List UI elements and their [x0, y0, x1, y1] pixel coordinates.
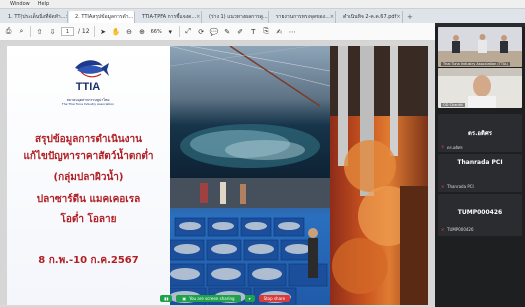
share-screen-icon: ▣: [182, 296, 187, 301]
divider: [30, 26, 31, 37]
tab-label: ดำเนินทิจ 2-ค.ค.67.pdf: [343, 14, 397, 20]
mic-muted-icon: ✕: [441, 227, 445, 232]
ttia-logo: TTIA: [75, 60, 109, 93]
participant-video-1[interactable]: Thai Tuna Industry Association (TTIA): [438, 27, 522, 67]
pdf-toolbar: ⎙ ⌕ ⇧ ⇩ 1 / 12 ➤ ✋ ⊖ ⊕ 66% ▾ ⤢ ⟳ 💬 ✎ ✐ T…: [0, 23, 435, 41]
tab-document-4[interactable]: (ร่าง 1) แนวทางผลการดู...×: [203, 11, 269, 23]
tab-label: 2. TTIAสรุปข้อมูลการดำ...: [75, 14, 134, 20]
text-icon[interactable]: T: [249, 27, 258, 36]
stamp-icon[interactable]: ⎘: [262, 27, 271, 36]
zoom-level[interactable]: 66%: [151, 29, 162, 35]
signature-icon[interactable]: ✍: [275, 27, 284, 36]
print-icon[interactable]: ⎙: [4, 27, 13, 36]
participant-tile-1[interactable]: ดร.อดิศร ✕ ดร.อดิศร: [438, 114, 522, 152]
tab-document-5[interactable]: รายงานการทรงจุดของ... ×: [270, 11, 336, 23]
page-number-input[interactable]: 1: [61, 27, 74, 36]
factory-machinery-photo: [330, 46, 428, 305]
participant-name: TUMP000426: [457, 209, 503, 216]
tab-document-1[interactable]: 1. TT(ประเด็นนิ่งที่จัดทำ...×: [2, 11, 68, 23]
close-icon[interactable]: ×: [133, 14, 134, 20]
cursor-icon[interactable]: ➤: [99, 27, 108, 36]
participant-sub: Thanrada PCI: [447, 184, 474, 189]
fish-crates-photo: [170, 178, 330, 305]
slide-title-panel: TTIA สมาคมอุตสาหกรรมทูน่าไทย The Thai Tu…: [7, 46, 170, 305]
share-options-button[interactable]: ▾: [244, 295, 255, 302]
participant-sub: TUMP000426: [447, 227, 474, 232]
tab-label: TTIA-TPFA การชี้แจงด...: [142, 14, 197, 20]
tab-label: รายงานการทรงจุดของ...: [276, 14, 330, 20]
menu-window[interactable]: Window: [10, 1, 30, 7]
fishing-net-photo: [170, 46, 330, 178]
logo-text: TTIA: [76, 81, 100, 93]
close-icon[interactable]: ×: [330, 14, 334, 20]
tab-document-2[interactable]: 2. TTIAสรุปข้อมูลการดำ...×: [69, 11, 135, 23]
document-tab-bar: 1. TT(ประเด็นนิ่งที่จัดทำ...× 2. TTIAสรุ…: [0, 9, 525, 23]
menu-bar: Window Help: [0, 0, 525, 9]
close-icon[interactable]: ×: [196, 14, 200, 20]
zoom-out-icon[interactable]: ⊖: [125, 27, 134, 36]
screen-sharing-indicator: ▣ You are screen sharing: [176, 295, 241, 302]
search-icon[interactable]: ⌕: [17, 27, 26, 36]
screen-share-bar: ▮▮ ▣ You are screen sharing ▾ Stop share: [160, 294, 525, 303]
org-name-en: The Thai Tuna Industry Association: [61, 102, 115, 106]
menu-help[interactable]: Help: [38, 1, 49, 7]
participant-label: OD Chanthi: [441, 103, 466, 107]
slide-page: TTIA สมาคมอุตสาหกรรมทูน่าไทย The Thai Tu…: [7, 46, 428, 305]
participant-tile-3[interactable]: TUMP000426 ✕ TUMP000426: [438, 194, 522, 236]
tab-document-6[interactable]: ดำเนินทิจ 2-ค.ค.67.pdf ×: [337, 11, 403, 23]
stop-share-button[interactable]: Stop share: [258, 295, 291, 302]
page-total: / 12: [78, 28, 90, 35]
comment-icon[interactable]: 💬: [210, 27, 219, 36]
arrow-down-icon[interactable]: ⇩: [48, 27, 57, 36]
fit-page-icon[interactable]: ⤢: [184, 27, 193, 36]
arrow-up-icon[interactable]: ⇧: [35, 27, 44, 36]
divider: [178, 26, 180, 37]
tab-label: 1. TT(ประเด็นนิ่งที่จัดทำ...: [8, 14, 66, 20]
slide-title-line3: (กลุ่มปลาผิวน้ำ): [53, 172, 124, 183]
draw-icon[interactable]: ✐: [236, 27, 245, 36]
document-canvas: TTIA สมาคมอุตสาหกรรมทูน่าไทย The Thai Tu…: [0, 41, 435, 305]
participant-name: Thanrada PCI: [457, 159, 503, 166]
tab-document-3[interactable]: TTIA-TPFA การชี้แจงด... ×: [136, 11, 202, 23]
close-icon[interactable]: ×: [268, 14, 269, 20]
participant-label: Thai Tuna Industry Association (TTIA): [441, 62, 510, 66]
participant-video-2[interactable]: OD Chanthi: [438, 68, 522, 108]
divider: [93, 26, 95, 37]
participant-name: ดร.อดิศร: [468, 130, 492, 137]
new-tab-button[interactable]: +: [404, 13, 416, 23]
highlight-icon[interactable]: ✎: [223, 27, 232, 36]
pause-share-button[interactable]: ▮▮: [160, 295, 173, 302]
sharing-text: You are screen sharing: [189, 296, 235, 301]
rotate-icon[interactable]: ⟳: [197, 27, 206, 36]
chevron-down-icon[interactable]: ▾: [166, 27, 175, 36]
mic-muted-icon: ✕: [441, 144, 445, 149]
slide-title-line2: แก้ไขปัญหาราคาสัตว์น้ำตกต่ำ: [23, 151, 154, 162]
zoom-in-icon[interactable]: ⊕: [138, 27, 147, 36]
slide-title-line5: โอต่ำ โอลาย: [60, 214, 117, 225]
hand-icon[interactable]: ✋: [112, 27, 121, 36]
slide-title-line1: สรุปข้อมูลการดำเนินงาน: [35, 134, 142, 145]
participant-tile-2[interactable]: Thanrada PCI ✕ Thanrada PCI: [438, 154, 522, 192]
mic-muted-icon: ✕: [441, 184, 445, 189]
close-icon[interactable]: ×: [396, 14, 400, 20]
slide-date-range: 8 ก.พ.-10 ก.ค.2567: [38, 255, 139, 266]
participant-sub: ดร.อดิศร: [447, 145, 463, 150]
more-icon[interactable]: ⋯: [288, 27, 297, 36]
close-icon[interactable]: ×: [65, 14, 67, 20]
tab-label: (ร่าง 1) แนวทางผลการดู...: [209, 14, 268, 20]
video-meeting-panel: Thai Tuna Industry Association (TTIA) OD…: [435, 23, 525, 307]
slide-title-line4: ปลาซาร์ดีน แมคเคอเรล: [36, 194, 141, 205]
